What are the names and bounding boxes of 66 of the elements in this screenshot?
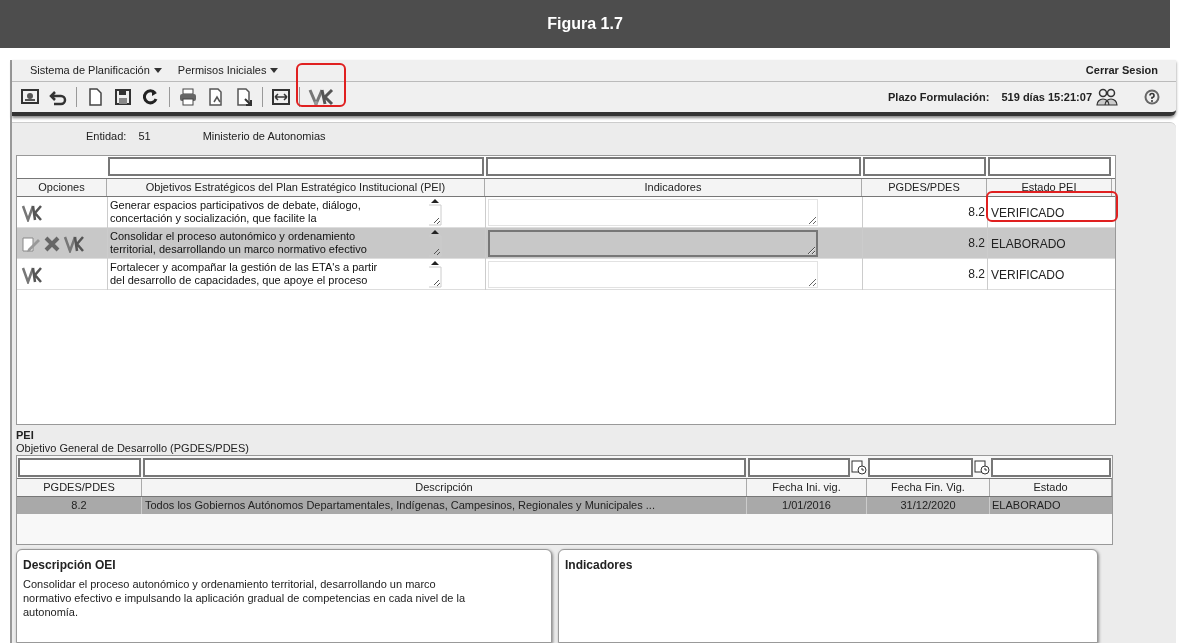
indicators-field[interactable] xyxy=(488,230,818,257)
filter-field[interactable] xyxy=(108,157,484,176)
filter-field[interactable] xyxy=(863,157,986,176)
help-icon[interactable] xyxy=(1144,89,1160,105)
calendar-icon[interactable] xyxy=(851,459,867,475)
pgdes-cell: 8.2 xyxy=(862,259,987,290)
verify-icon[interactable] xyxy=(21,265,43,284)
save-icon[interactable] xyxy=(113,87,133,107)
status-cell-text: ELABORADO xyxy=(990,235,1066,253)
users-icon[interactable] xyxy=(1096,87,1118,107)
figure-title: Figura 1.7 xyxy=(547,14,623,34)
entity-name: Ministerio de Autonomias xyxy=(202,128,326,144)
section-title: PEI xyxy=(16,429,35,442)
verify-icon[interactable] xyxy=(63,234,85,253)
panel-title: Indicadores xyxy=(565,557,634,574)
edit-icon[interactable] xyxy=(21,234,41,253)
table-cell-text: ELABORADO xyxy=(991,498,1062,513)
deadline-label: Plazo Formulación: xyxy=(888,89,990,105)
delete-icon[interactable] xyxy=(43,234,61,253)
table-cell: 31/12/2020 xyxy=(867,497,990,514)
table-cell: Todos los Gobiernos Autónomos Departamentales, Indígenas, Campesinos, Regionales y Municipales ... xyxy=(142,497,747,514)
filter-field[interactable] xyxy=(868,457,973,477)
menu-item[interactable]: Permisos Iniciales xyxy=(177,62,279,79)
column-header: Fecha Ini. vig. xyxy=(747,479,867,496)
column-header: Estado PEI xyxy=(987,179,1112,196)
verify-icon[interactable] xyxy=(21,203,43,222)
filter-field[interactable] xyxy=(143,457,746,477)
column-header: Opciones xyxy=(17,179,107,196)
entity-code: 51 xyxy=(138,128,151,144)
monitor-icon[interactable] xyxy=(20,87,40,107)
deadline-value: 519 días 15:21:07 xyxy=(1001,89,1092,105)
menu-item[interactable]: Sistema de Planificación xyxy=(30,62,162,79)
table-cell: 8.2 xyxy=(17,497,142,514)
column-header: Objetivos Estratégicos del Plan Estratégico Institucional (PEI) xyxy=(107,179,485,196)
caret-icon xyxy=(270,68,279,73)
objective-text[interactable]: Fortalecer y acompañar la gestión de las ETA's a partir del desarrollo de capacidades, que apoye el proceso xyxy=(110,259,385,290)
column-header: Estado xyxy=(990,479,1112,496)
table-cell: 1/01/2016 xyxy=(747,497,867,514)
description-text: Consolidar el proceso autonómico y ordenamiento territorial, desarrollando un marco normativo efectivo e impulsando la aplicación gradual de competencias en cada nivel de la autonomía. xyxy=(23,577,467,619)
verify-icon[interactable] xyxy=(308,87,334,107)
printer-icon[interactable] xyxy=(178,87,198,107)
filter-field[interactable] xyxy=(748,457,850,477)
column-header: PGDES/PDES xyxy=(17,479,142,496)
status-cell-text: VERIFICADO xyxy=(990,204,1065,222)
section-subtitle: Objetivo General de Desarrollo (PGDES/PDES) xyxy=(16,442,250,455)
filter-field[interactable] xyxy=(486,157,861,176)
column-header: Fecha Fin. Vig. xyxy=(867,479,990,496)
filter-field[interactable] xyxy=(988,157,1111,176)
entity-label: Entidad: xyxy=(86,128,127,144)
status-cell-text: VERIFICADO xyxy=(990,266,1065,284)
panel-title: Descripción OEI xyxy=(23,557,117,574)
logout-link[interactable]: Cerrar Sesion xyxy=(1085,62,1158,79)
column-header: Descripción xyxy=(142,479,747,496)
column-header: PGDES/PDES xyxy=(862,179,987,196)
column-header: Indicadores xyxy=(485,179,862,196)
textarea-scroll-icon[interactable] xyxy=(428,260,442,288)
textarea-scroll-icon[interactable] xyxy=(428,198,442,226)
caret-icon xyxy=(153,68,162,73)
pgdes-cell: 8.2 xyxy=(862,228,987,259)
calendar-icon[interactable] xyxy=(974,459,990,475)
filter-field[interactable] xyxy=(18,457,141,477)
filter-field[interactable] xyxy=(991,457,1111,477)
objective-text[interactable]: Generar espacios participativos de debate, diálogo, concertación y socialización, que facilite la xyxy=(110,197,385,228)
fit-width-icon[interactable] xyxy=(271,87,291,107)
objective-text[interactable]: Consolidar el proceso autonómico y ordenamiento territorial, desarrollando un marco normativo efectivo xyxy=(110,228,385,259)
document-export-icon[interactable] xyxy=(234,87,254,107)
